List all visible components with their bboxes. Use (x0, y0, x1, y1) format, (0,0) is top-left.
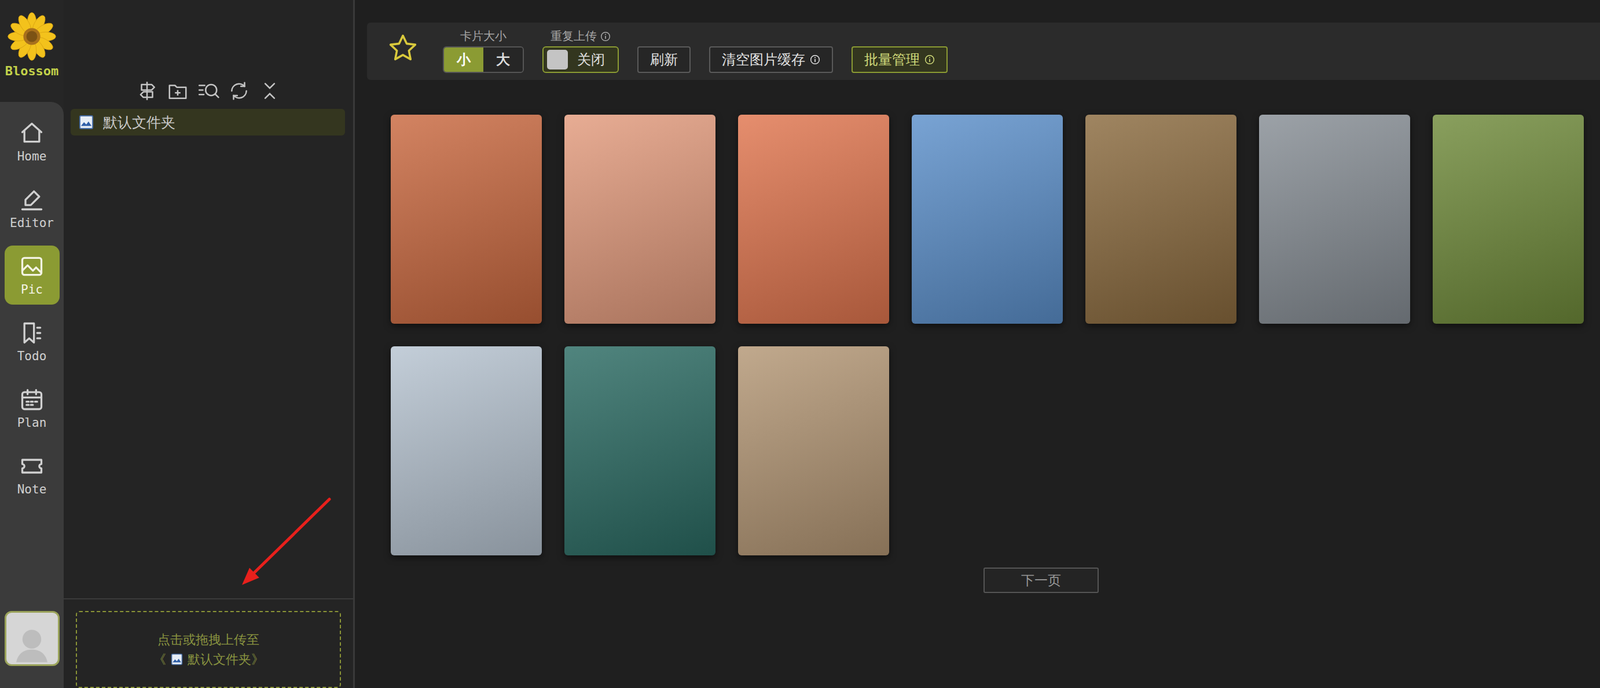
nav-label: Pic (20, 282, 43, 297)
repeat-upload-toggle[interactable]: 关闭 (542, 46, 619, 73)
repeat-upload-label: 重复上传 (550, 28, 611, 44)
card-size-group: 卡片大小小大 (442, 28, 524, 73)
collapse-icon[interactable] (258, 79, 281, 102)
picture-toolbar: 卡片大小小大重复上传 关闭刷新清空图片缓存批量管理 (367, 22, 1600, 80)
nav-label: Note (17, 482, 47, 497)
toolbar-button[interactable]: 批量管理 (851, 46, 948, 73)
app-name: Blossom (5, 63, 60, 79)
nav-item[interactable]: Note (4, 445, 60, 505)
folder-toolbar (63, 79, 354, 102)
logo[interactable]: Blossom (0, 0, 64, 102)
person-icon (10, 622, 53, 664)
card-size-option[interactable]: 小 (443, 47, 484, 72)
ticket-icon (19, 453, 45, 479)
picture-grid (390, 114, 1600, 556)
nav-label: Editor (9, 215, 54, 230)
toggle-knob (547, 49, 568, 70)
picture-card[interactable] (738, 346, 890, 556)
picture-main: 卡片大小小大重复上传 关闭刷新清空图片缓存批量管理下一页 (354, 0, 1600, 688)
repeat-upload-group: 重复上传 关闭 (542, 28, 619, 73)
picture-card[interactable] (1432, 114, 1584, 324)
nav-item[interactable]: Editor (4, 178, 60, 238)
upload-target: 《默认文件夹》 (153, 650, 264, 669)
flower-logo-icon (6, 11, 57, 62)
user-avatar[interactable] (4, 610, 60, 666)
picture-card[interactable] (564, 114, 716, 324)
signpost-icon[interactable] (136, 79, 159, 102)
nav-label: Todo (17, 349, 47, 363)
picture-card[interactable] (564, 346, 716, 556)
picture-card[interactable] (1085, 114, 1237, 324)
refresh-icon[interactable] (228, 79, 251, 102)
search-list-icon[interactable] (197, 79, 220, 102)
card-size-option[interactable]: 大 (483, 47, 523, 72)
toolbar-button[interactable]: 刷新 (637, 46, 691, 73)
folder-panel: 默认文件夹点击或拖拽上传至《默认文件夹》 (63, 0, 355, 688)
bookmark-icon (19, 320, 45, 346)
nav-item[interactable]: Plan (4, 378, 60, 438)
picture-folder-icon (170, 652, 183, 666)
nav-rail: Blossom Home Editor Pic Todo Plan Note (0, 0, 64, 688)
home-icon (19, 120, 45, 146)
card-size-switch: 小大 (442, 46, 524, 73)
app-window: Blossom Home Editor Pic Todo Plan Note 默认文件夹点击或… (0, 0, 1600, 688)
folder-plus-icon[interactable] (166, 79, 189, 102)
nav-item[interactable]: Pic (4, 245, 60, 305)
picture-card[interactable] (911, 114, 1063, 324)
folder-tree: 默认文件夹 (70, 108, 346, 136)
picture-folder-icon (78, 114, 94, 130)
folder-item[interactable]: 默认文件夹 (70, 108, 346, 136)
nav-list: Home Editor Pic Todo Plan Note (0, 101, 64, 688)
annotation-arrow-icon (0, 0, 1600, 688)
toolbar-button[interactable]: 清空图片缓存 (709, 46, 833, 73)
upload-dropzone[interactable]: 点击或拖拽上传至《默认文件夹》 (75, 610, 341, 688)
nav-label: Plan (17, 415, 47, 430)
upload-area: 点击或拖拽上传至《默认文件夹》 (63, 597, 354, 688)
pen-icon (19, 186, 45, 213)
nav-item[interactable]: Home (4, 112, 60, 172)
image-icon (19, 253, 45, 280)
nav-item[interactable]: Todo (4, 312, 60, 372)
next-page-button[interactable]: 下一页 (983, 567, 1099, 593)
picture-card[interactable] (390, 114, 542, 324)
info-icon (924, 54, 935, 65)
info-icon (809, 54, 821, 65)
picture-card[interactable] (738, 114, 890, 324)
card-size-label: 卡片大小 (460, 28, 507, 44)
calendar-icon (19, 386, 45, 413)
nav-label: Home (17, 149, 47, 164)
toggle-state: 关闭 (577, 50, 605, 69)
star-icon[interactable] (387, 32, 419, 64)
pager: 下一页 (390, 567, 1600, 593)
folder-name: 默认文件夹 (103, 112, 176, 132)
upload-hint: 点击或拖拽上传至 (157, 630, 260, 649)
info-icon (600, 31, 611, 42)
picture-card[interactable] (1259, 114, 1411, 324)
picture-card[interactable] (390, 346, 542, 556)
